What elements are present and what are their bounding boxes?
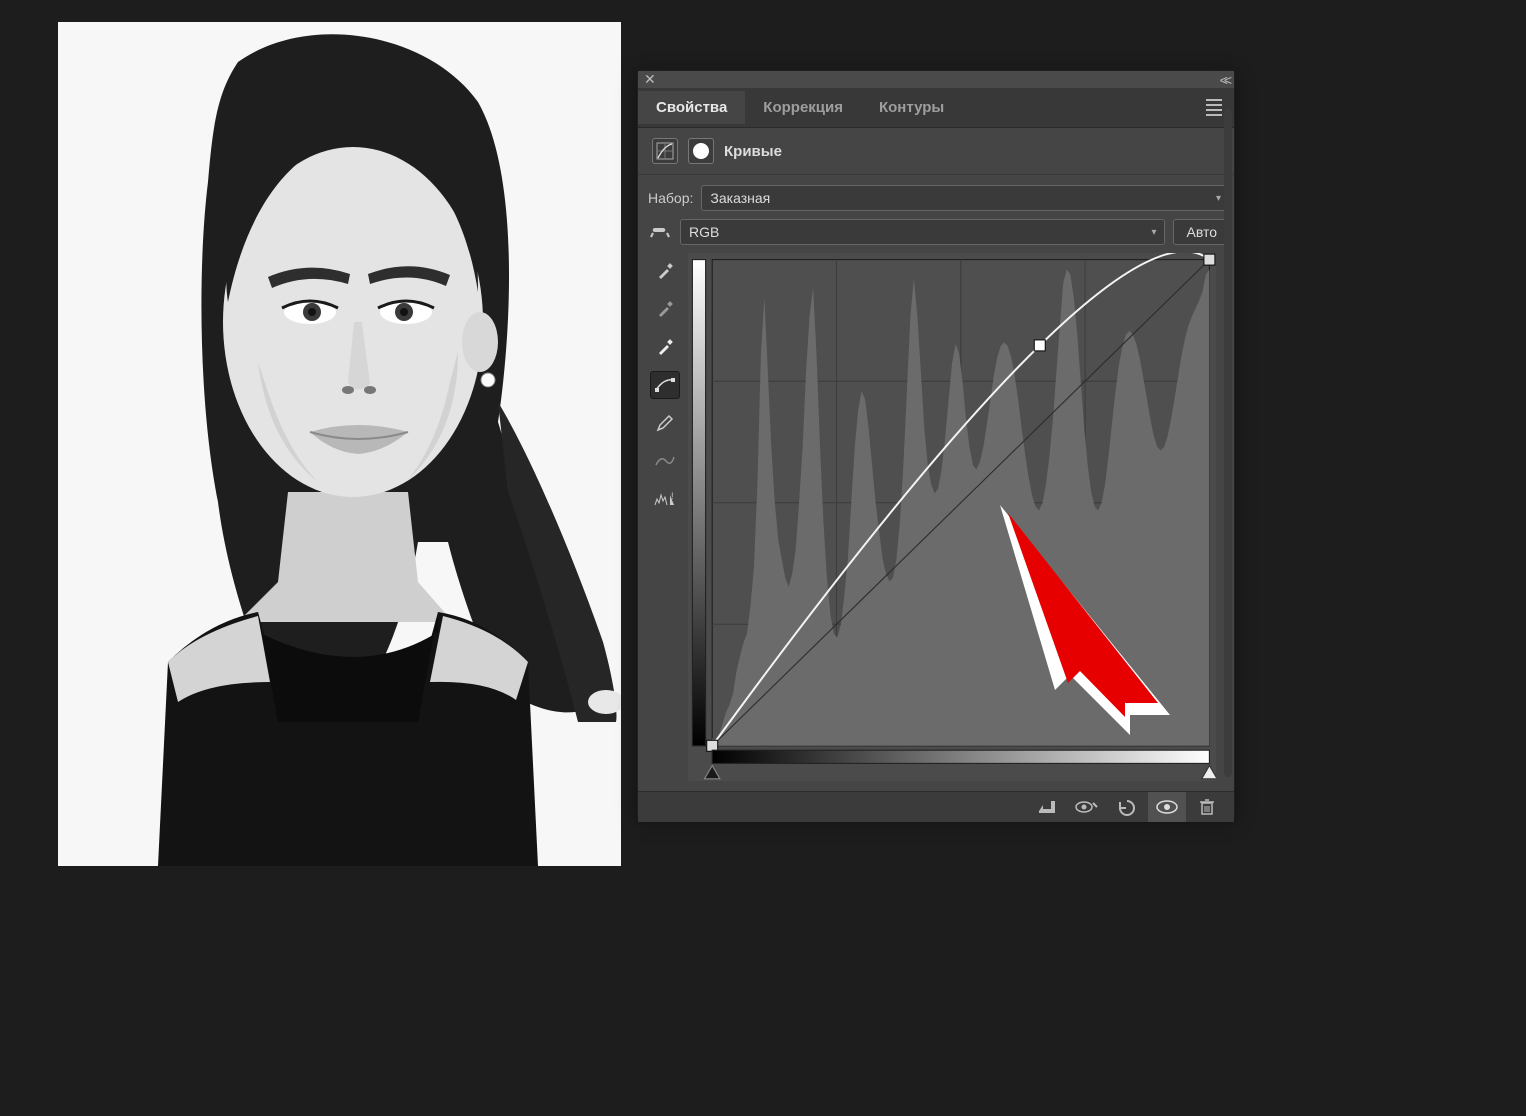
channel-value: RGB bbox=[689, 224, 719, 240]
clip-to-layer-icon[interactable] bbox=[1028, 792, 1066, 822]
smooth-tool-icon[interactable] bbox=[650, 447, 680, 475]
adjustment-header: Кривые bbox=[638, 128, 1234, 175]
auto-button[interactable]: Авто bbox=[1173, 219, 1230, 245]
close-panel-icon[interactable]: ✕ bbox=[644, 71, 656, 88]
curves-adjustment-icon bbox=[652, 138, 678, 164]
trash-icon[interactable] bbox=[1188, 792, 1226, 822]
collapse-panel-icon[interactable]: << bbox=[1220, 72, 1228, 88]
histogram-clip-icon[interactable]: ! bbox=[650, 485, 680, 513]
chevron-down-icon: ▾ bbox=[1216, 193, 1221, 204]
targeted-adjust-icon[interactable] bbox=[648, 220, 672, 244]
curves-tools: ! bbox=[648, 253, 682, 781]
white-eyedropper-icon[interactable] bbox=[650, 333, 680, 361]
panel-tabs: Свойства Коррекция Контуры bbox=[638, 88, 1234, 128]
curve-point-tool-icon[interactable] bbox=[650, 371, 680, 399]
reset-icon[interactable] bbox=[1108, 792, 1146, 822]
adjustment-title: Кривые bbox=[724, 143, 782, 160]
document-canvas[interactable] bbox=[58, 22, 621, 866]
preset-select[interactable]: Заказная ▾ bbox=[701, 185, 1230, 211]
tab-properties[interactable]: Свойства bbox=[638, 91, 745, 124]
preset-label: Набор: bbox=[648, 190, 693, 206]
preset-value: Заказная bbox=[710, 190, 770, 206]
svg-text:!: ! bbox=[671, 491, 674, 501]
panel-scrollbar[interactable] bbox=[1224, 109, 1232, 777]
visibility-icon[interactable] bbox=[1148, 792, 1186, 822]
tab-contours[interactable]: Контуры bbox=[861, 91, 962, 124]
view-previous-state-icon[interactable] bbox=[1068, 792, 1106, 822]
tab-correction[interactable]: Коррекция bbox=[745, 91, 861, 124]
properties-panel: ✕ << Свойства Коррекция Контуры Кривые Н… bbox=[637, 70, 1235, 818]
chevron-down-icon: ▾ bbox=[1151, 227, 1156, 238]
curves-graph[interactable] bbox=[688, 253, 1216, 781]
channel-select[interactable]: RGB ▾ bbox=[680, 219, 1165, 245]
panel-titlebar: ✕ << bbox=[638, 71, 1234, 88]
panel-footer bbox=[638, 791, 1234, 822]
black-eyedropper-icon[interactable] bbox=[650, 257, 680, 285]
gray-eyedropper-icon[interactable] bbox=[650, 295, 680, 323]
pencil-tool-icon[interactable] bbox=[650, 409, 680, 437]
layer-mask-icon[interactable] bbox=[688, 138, 714, 164]
